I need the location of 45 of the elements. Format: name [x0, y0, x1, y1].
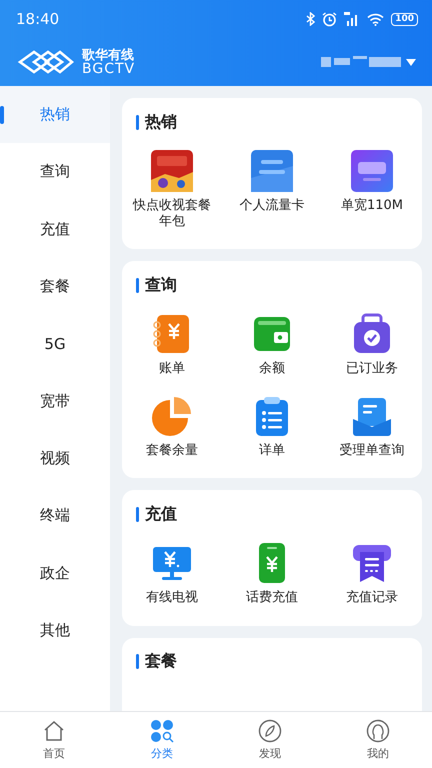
- sidebar-item[interactable]: 终端: [0, 487, 110, 544]
- battery-level: 100: [391, 12, 418, 26]
- service-label[interactable]: 充值记录: [346, 590, 398, 606]
- briefcase-icon: [351, 313, 393, 356]
- service-label[interactable]: 余额: [259, 361, 285, 377]
- service-label[interactable]: 有线电视: [146, 590, 198, 606]
- pie-chart-icon: [151, 394, 193, 437]
- receipt-icon: [351, 542, 393, 584]
- sidebar-item[interactable]: 5G: [0, 315, 110, 372]
- service-label[interactable]: 套餐余量: [146, 442, 198, 458]
- service-label[interactable]: 受理单查询: [340, 442, 404, 458]
- sidebar-item[interactable]: 热销: [0, 86, 110, 144]
- service-label[interactable]: 账单: [159, 361, 185, 377]
- service-label[interactable]: 详单: [259, 442, 285, 458]
- section-title: 充值: [145, 504, 177, 525]
- category-icon: [150, 719, 174, 743]
- brand-name: 歌华有线: [82, 48, 135, 62]
- sidebar-item[interactable]: 充值: [0, 200, 110, 258]
- sidebar-item[interactable]: 查询: [0, 143, 110, 201]
- nav-tab[interactable]: 分类: [108, 712, 216, 768]
- section-title: 套餐: [145, 651, 177, 672]
- sidebar-item[interactable]: 其他: [0, 602, 110, 659]
- section-title: 热销: [145, 112, 177, 132]
- service-label[interactable]: 单宽110M: [340, 198, 404, 214]
- profile-icon: [366, 719, 390, 743]
- sidebar-item[interactable]: 政企: [0, 544, 110, 602]
- brand-subtitle: BGCTV: [82, 62, 136, 76]
- compass-icon: [258, 719, 282, 743]
- dropdown-caret-icon: [406, 58, 416, 66]
- sidebar-item[interactable]: 视频: [0, 430, 110, 488]
- nav-tab[interactable]: 发现: [216, 712, 324, 768]
- status-time: 18:40: [16, 10, 60, 28]
- sidebar-item[interactable]: 套餐: [0, 258, 110, 316]
- nav-tab[interactable]: 我的: [324, 712, 432, 768]
- nav-tab[interactable]: 首页: [0, 712, 108, 768]
- home-icon: [42, 719, 66, 743]
- service-label[interactable]: 快点收视套餐年包: [129, 198, 215, 230]
- alarm-icon: [322, 12, 338, 26]
- service-label[interactable]: 个人流量卡: [240, 198, 304, 214]
- wifi-icon: [367, 12, 384, 26]
- sidebar-item[interactable]: 宽带: [0, 372, 110, 430]
- bluetooth-icon: [306, 12, 316, 26]
- section-title: 查询: [145, 274, 177, 296]
- service-label[interactable]: 已订业务: [346, 361, 398, 377]
- service-label[interactable]: 话费充值: [246, 590, 298, 606]
